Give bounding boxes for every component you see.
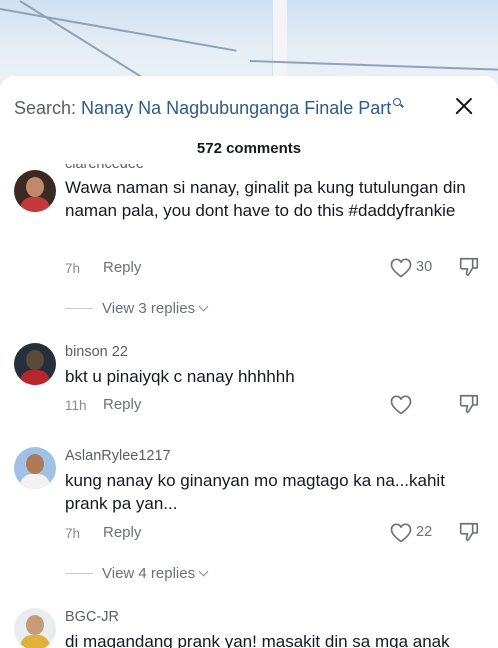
avatar[interactable] [14, 170, 56, 212]
close-button[interactable] [452, 94, 476, 118]
replies-divider [65, 572, 93, 574]
comment-item: BGC-JR di magandang prank yan! masakit d… [0, 608, 498, 648]
like-button[interactable] [390, 258, 414, 280]
comment-item: binson 22 bkt u pinaiyqk c nanay hhhhhh … [0, 343, 498, 437]
comment-text: bkt u pinaiyqk c nanay hhhhhh [65, 367, 295, 386]
comment-time: 7h [65, 526, 81, 541]
comment-count: 572 comments [196, 140, 302, 157]
comment-username[interactable]: BGC-JR [65, 609, 119, 625]
video-wire [0, 8, 237, 52]
search-query-link[interactable]: Nanay Na Nagbubunganga Finale Part [81, 98, 391, 119]
like-count: 30 [416, 259, 433, 275]
thumbs-down-icon [459, 257, 479, 277]
avatar[interactable] [14, 608, 56, 648]
heart-icon [390, 395, 412, 415]
like-button[interactable] [390, 395, 414, 417]
comment-time: 11h [65, 398, 87, 413]
comments-sheet: Search: Nanay Na Nagbubunganga Finale Pa… [0, 76, 498, 648]
dislike-button[interactable] [458, 393, 482, 417]
comment-item: clarencedee Wawa naman si nanay, ginalit… [0, 164, 498, 326]
view-replies-label: View 4 replies [102, 564, 196, 582]
comment-username[interactable]: clarencedee [65, 164, 144, 172]
comment-username[interactable]: binson 22 [65, 344, 128, 360]
view-replies-button[interactable]: View 3 replies [65, 298, 209, 318]
chevron-down-icon [198, 301, 209, 311]
avatar[interactable] [14, 447, 56, 489]
search-icon [393, 98, 403, 108]
comment-text: kung nanay ko ginanyan mo magtago ka na.… [65, 471, 445, 513]
thumbs-down-icon [459, 394, 479, 414]
reply-button[interactable]: Reply [103, 524, 141, 541]
view-replies-button[interactable]: View 4 replies [65, 563, 209, 583]
like-button[interactable] [390, 523, 414, 545]
replies-divider [65, 307, 93, 309]
dislike-button[interactable] [458, 256, 482, 280]
video-pole [272, 0, 287, 80]
search-prefix: Search: [14, 97, 82, 118]
search-header[interactable]: Search: Nanay Na Nagbubunganga Finale Pa… [14, 94, 484, 122]
comment-username[interactable]: AslanRylee1217 [65, 448, 171, 464]
comment-text: Wawa naman si nanay, ginalit pa kung tut… [65, 178, 466, 220]
comment-text: di magandang prank yan! masakit din sa m… [65, 632, 450, 648]
comment-item: AslanRylee1217 kung nanay ko ginanyan mo… [0, 447, 498, 596]
reply-button[interactable]: Reply [103, 396, 141, 413]
view-replies-label: View 3 replies [102, 299, 196, 317]
chevron-down-icon [198, 566, 209, 576]
thumbs-down-icon [459, 522, 479, 542]
heart-icon [390, 258, 412, 278]
heart-icon [390, 523, 412, 543]
video-wire [19, 0, 157, 87]
avatar[interactable] [14, 343, 56, 385]
reply-button[interactable]: Reply [103, 259, 141, 276]
comment-time: 7h [65, 261, 81, 276]
comments-list[interactable]: clarencedee Wawa naman si nanay, ginalit… [0, 164, 498, 648]
dislike-button[interactable] [458, 521, 482, 545]
like-count: 22 [416, 524, 433, 540]
video-wire [249, 60, 498, 72]
